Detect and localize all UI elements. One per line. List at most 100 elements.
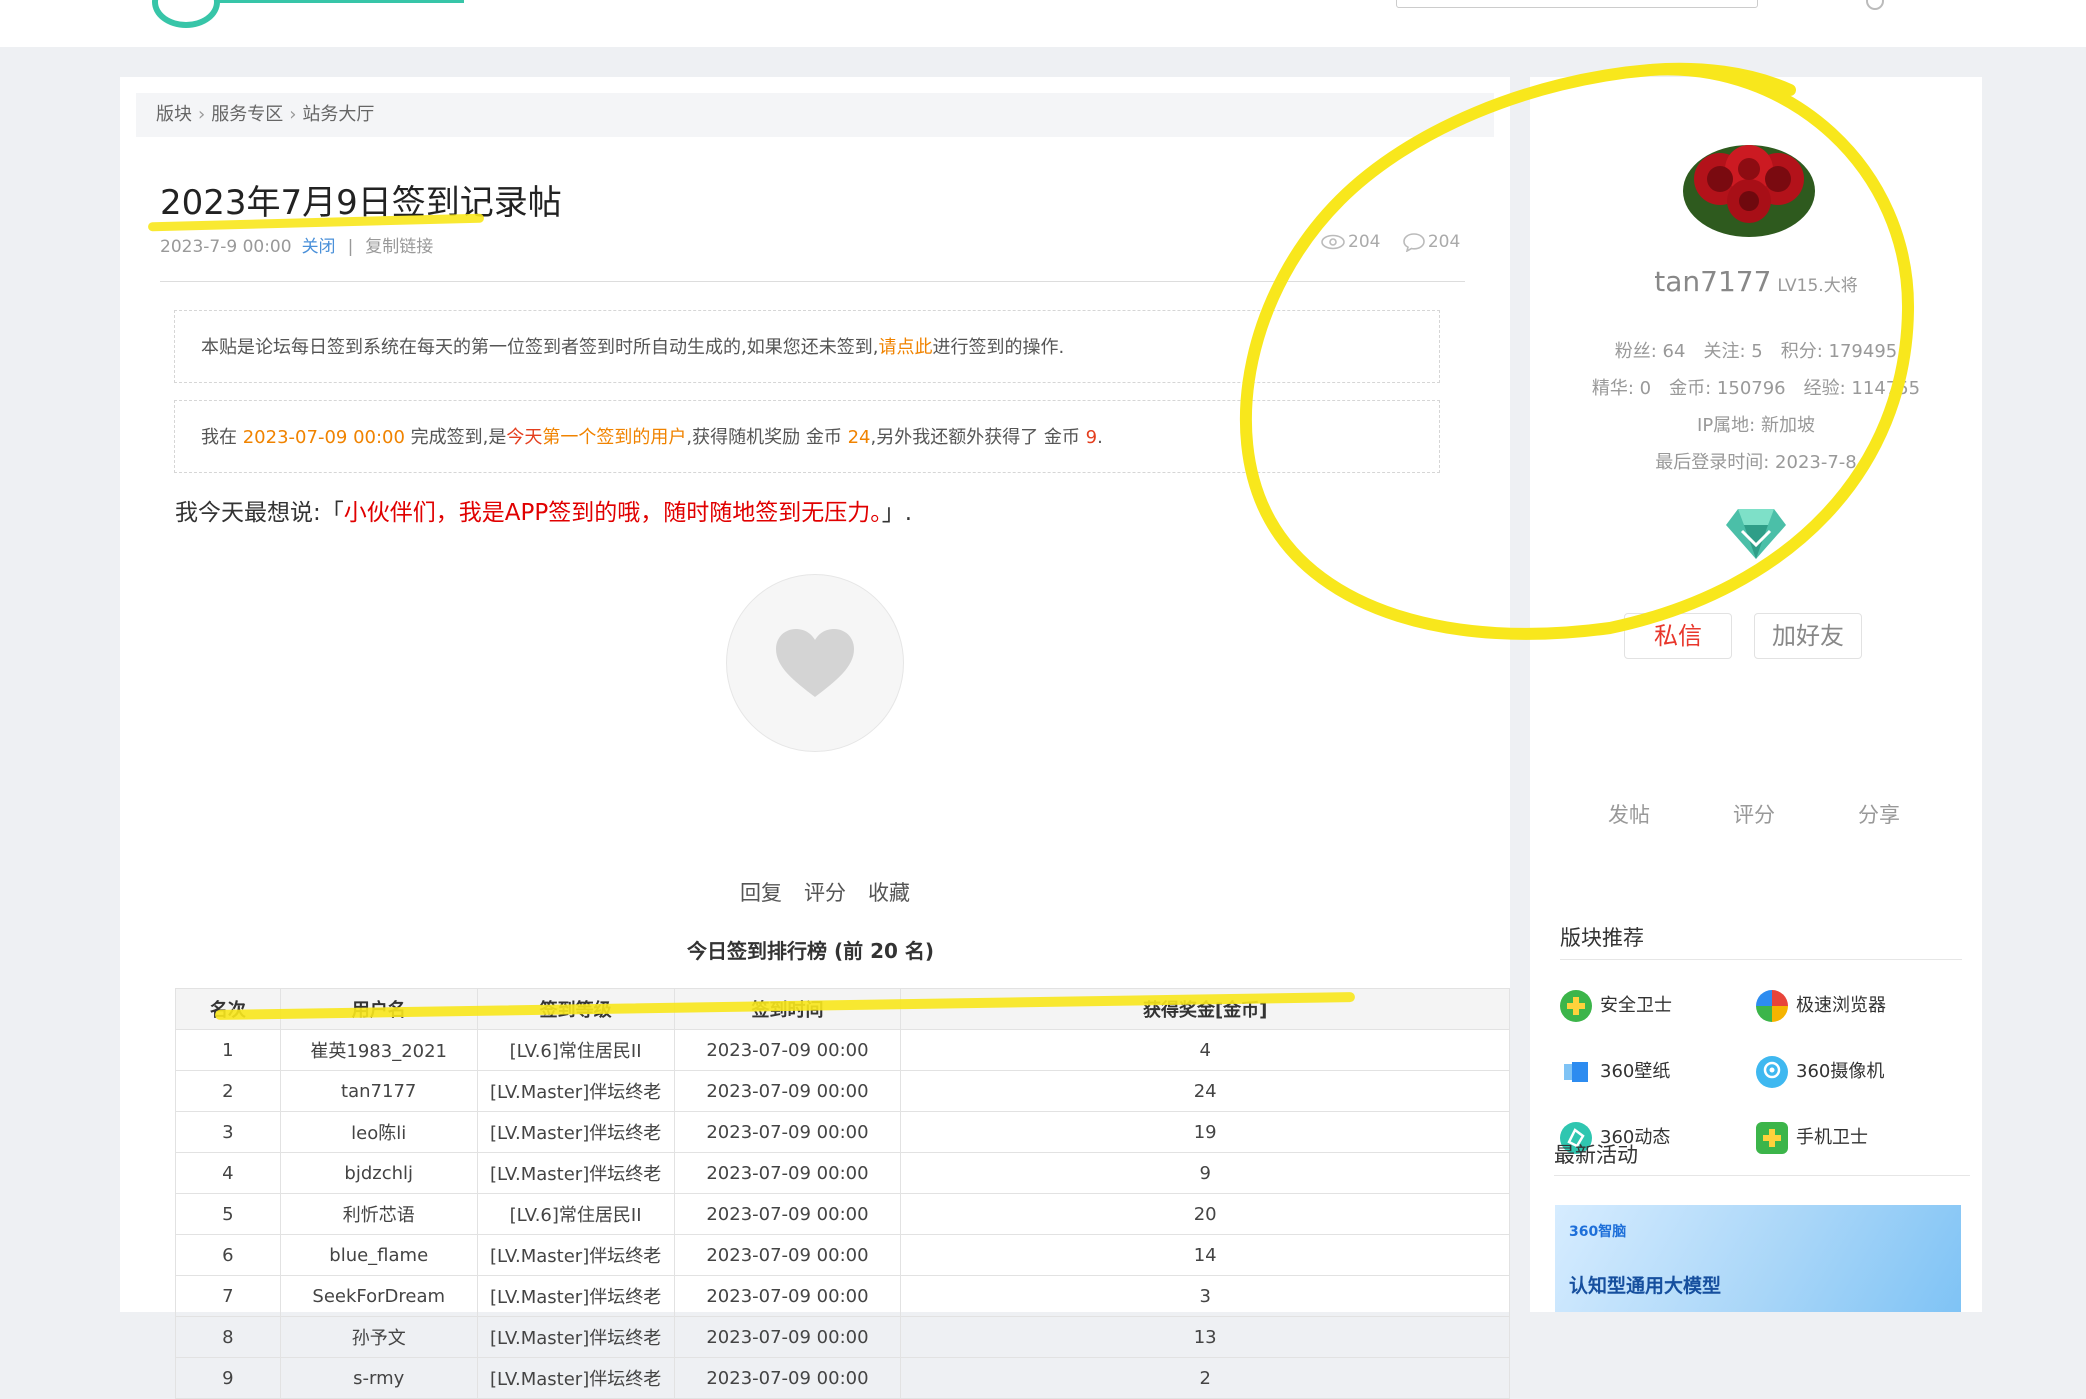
time-cell: 2023-07-09 00:00 — [673, 1234, 902, 1276]
reward-cell: 2 — [900, 1357, 1510, 1399]
app-name: 手机卫士 — [1796, 1127, 1868, 1148]
level-cell: [LV.Master]伴坛终老 — [476, 1070, 675, 1112]
tab-posts[interactable]: 发帖 — [1608, 799, 1650, 829]
table-row: 5 利忻芯语 [LV.6]常住居民II 2023-07-09 00:00 20 — [175, 1193, 1510, 1235]
highlight-circle — [1240, 62, 1915, 640]
level-cell: [LV.Master]伴坛终老 — [476, 1316, 675, 1358]
meta-separator: | — [347, 237, 354, 257]
close-link[interactable]: 关闭 — [302, 237, 336, 257]
username-cell[interactable]: bjdzchlj — [279, 1152, 478, 1194]
time-cell: 2023-07-09 00:00 — [673, 1193, 902, 1235]
ranking-table: 名次 用户名 签到等级 签到时间 获得奖金[金币] 1崔英1983_2021[L… — [175, 988, 1510, 1399]
today-label: 今天 — [506, 427, 543, 448]
app-name: 360摄像机 — [1796, 1061, 1885, 1082]
rank-cell: 8 — [175, 1316, 281, 1358]
mood-prefix: 我今天最想说:「 — [175, 500, 344, 526]
app-name: 极速浏览器 — [1796, 995, 1886, 1016]
level-cell: [LV.6]常住居民II — [476, 1029, 675, 1071]
rank-cell: 6 — [175, 1234, 281, 1276]
tab-ratings[interactable]: 评分 — [1733, 799, 1775, 829]
app-item[interactable]: 360摄像机 — [1756, 1054, 1884, 1090]
table-row: 4 bjdzchlj [LV.Master]伴坛终老 2023-07-09 00:00… — [175, 1152, 1510, 1194]
level-cell: [LV.Master]伴坛终老 — [476, 1357, 675, 1399]
table-row: 2 tan7177 [LV.Master]伴坛终老 2023-07-09 00:00 2… — [175, 1070, 1510, 1112]
rank-cell: 4 — [175, 1152, 281, 1194]
site-logo-icon[interactable] — [152, 0, 220, 28]
notice-text: 进行签到的操作. — [932, 337, 1065, 358]
activity-banner[interactable]: 360智脑 认知型通用大模型 — [1555, 1205, 1961, 1312]
tab-share[interactable]: 分享 — [1858, 799, 1900, 829]
result-text: ,另外我还额外获得了 金币 — [870, 427, 1086, 448]
reward-cell: 9 — [900, 1152, 1510, 1194]
shield-plus-icon — [1560, 990, 1592, 1022]
post-meta: 2023-7-9 00:00 关闭 | 复制链接 — [160, 232, 433, 257]
top-bar — [0, 0, 2086, 47]
table-row: 6 blue_flame [LV.Master]伴坛终老 2023-07-09 00:… — [175, 1234, 1510, 1276]
username-cell[interactable]: 崔英1983_2021 — [279, 1029, 478, 1071]
username-cell[interactable]: s-rmy — [279, 1357, 478, 1399]
rank-cell: 9 — [175, 1357, 281, 1399]
phone-guard-icon — [1756, 1122, 1788, 1154]
table-row: 1 崔英1983_2021 [LV.6]常住居民II 2023-07-09 00:00… — [175, 1029, 1510, 1071]
username-cell[interactable]: 孙予文 — [279, 1316, 478, 1358]
table-row: 9 s-rmy [LV.Master]伴坛终老 2023-07-09 00:00 2 — [175, 1357, 1510, 1399]
search-input[interactable] — [1396, 0, 1758, 8]
divider — [1554, 1175, 1970, 1176]
breadcrumb-item[interactable]: 站务大厅 — [302, 93, 374, 137]
reply-button[interactable]: 回复 — [740, 881, 782, 905]
mood-message: 我今天最想说:「小伙伴们，我是APP签到的哦，随时随地签到无压力。」. — [175, 493, 912, 527]
table-row: 3 leo陈li [LV.Master]伴坛终老 2023-07-09 00:00 19 — [175, 1111, 1510, 1153]
reward-cell: 19 — [900, 1111, 1510, 1153]
rate-button[interactable]: 评分 — [804, 881, 846, 905]
app-item[interactable]: 安全卫士 — [1560, 988, 1672, 1024]
reward-cell: 13 — [900, 1316, 1510, 1358]
username-cell[interactable]: tan7177 — [279, 1070, 478, 1112]
notice-text: 本贴是论坛每日签到系统在每天的第一位签到者签到时所自动生成的,如果您还未签到, — [201, 337, 879, 358]
app-item[interactable]: 极速浏览器 — [1756, 988, 1886, 1024]
level-cell: [LV.Master]伴坛终老 — [476, 1234, 675, 1276]
browser-icon — [1756, 990, 1788, 1022]
username-cell[interactable]: blue_flame — [279, 1234, 478, 1276]
level-cell: [LV.Master]伴坛终老 — [476, 1111, 675, 1153]
section-title: 版块推荐 — [1560, 926, 1644, 950]
app-item[interactable]: 手机卫士 — [1756, 1120, 1868, 1156]
rank-cell: 2 — [175, 1070, 281, 1112]
search-icon[interactable] — [1866, 0, 1884, 10]
post-date: 2023-7-9 00:00 — [160, 237, 292, 257]
table-row: 7 SeekForDream [LV.Master]伴坛终老 2023-07-09 0… — [175, 1275, 1510, 1317]
time-cell: 2023-07-09 00:00 — [673, 1111, 902, 1153]
site-logo-mark — [214, 0, 464, 3]
mood-suffix: 」. — [881, 500, 913, 526]
result-text: 完成签到,是 — [404, 427, 507, 448]
signin-link[interactable]: 请点此 — [878, 337, 932, 358]
rank-cell: 7 — [175, 1275, 281, 1317]
camera-icon — [1756, 1056, 1788, 1088]
like-button[interactable] — [726, 574, 904, 752]
breadcrumb-item[interactable]: 版块 — [156, 93, 192, 137]
username-cell[interactable]: SeekForDream — [279, 1275, 478, 1317]
level-cell: [LV.6]常住居民II — [476, 1193, 675, 1235]
extra-coins: 9 — [1085, 427, 1098, 448]
app-item[interactable]: 360壁纸 — [1560, 1054, 1670, 1090]
time-cell: 2023-07-09 00:00 — [673, 1316, 902, 1358]
app-name: 360壁纸 — [1600, 1061, 1671, 1082]
wallpaper-icon — [1560, 1056, 1592, 1088]
ranking-title: 今日签到排行榜 (前 20 名) — [687, 939, 935, 963]
breadcrumb-separator: › — [198, 104, 206, 125]
result-text: 我在 — [201, 427, 243, 448]
banner-text: 认知型通用大模型 — [1569, 1275, 1722, 1297]
username-cell[interactable]: 利忻芯语 — [279, 1193, 478, 1235]
rank-cell: 1 — [175, 1029, 281, 1071]
level-cell: [LV.Master]伴坛终老 — [476, 1275, 675, 1317]
copy-link[interactable]: 复制链接 — [365, 237, 433, 257]
mood-text: 小伙伴们，我是APP签到的哦，随时随地签到无压力。 — [343, 500, 882, 526]
reward-cell: 3 — [900, 1275, 1510, 1317]
favorite-button[interactable]: 收藏 — [868, 881, 910, 905]
time-cell: 2023-07-09 00:00 — [673, 1070, 902, 1112]
breadcrumb-separator: › — [289, 104, 297, 125]
breadcrumb-item[interactable]: 服务专区 — [211, 93, 283, 137]
reward-cell: 4 — [900, 1029, 1510, 1071]
username-cell[interactable]: leo陈li — [279, 1111, 478, 1153]
first-user-label: 第一个签到的用户 — [542, 427, 687, 448]
result-text: . — [1097, 427, 1103, 448]
